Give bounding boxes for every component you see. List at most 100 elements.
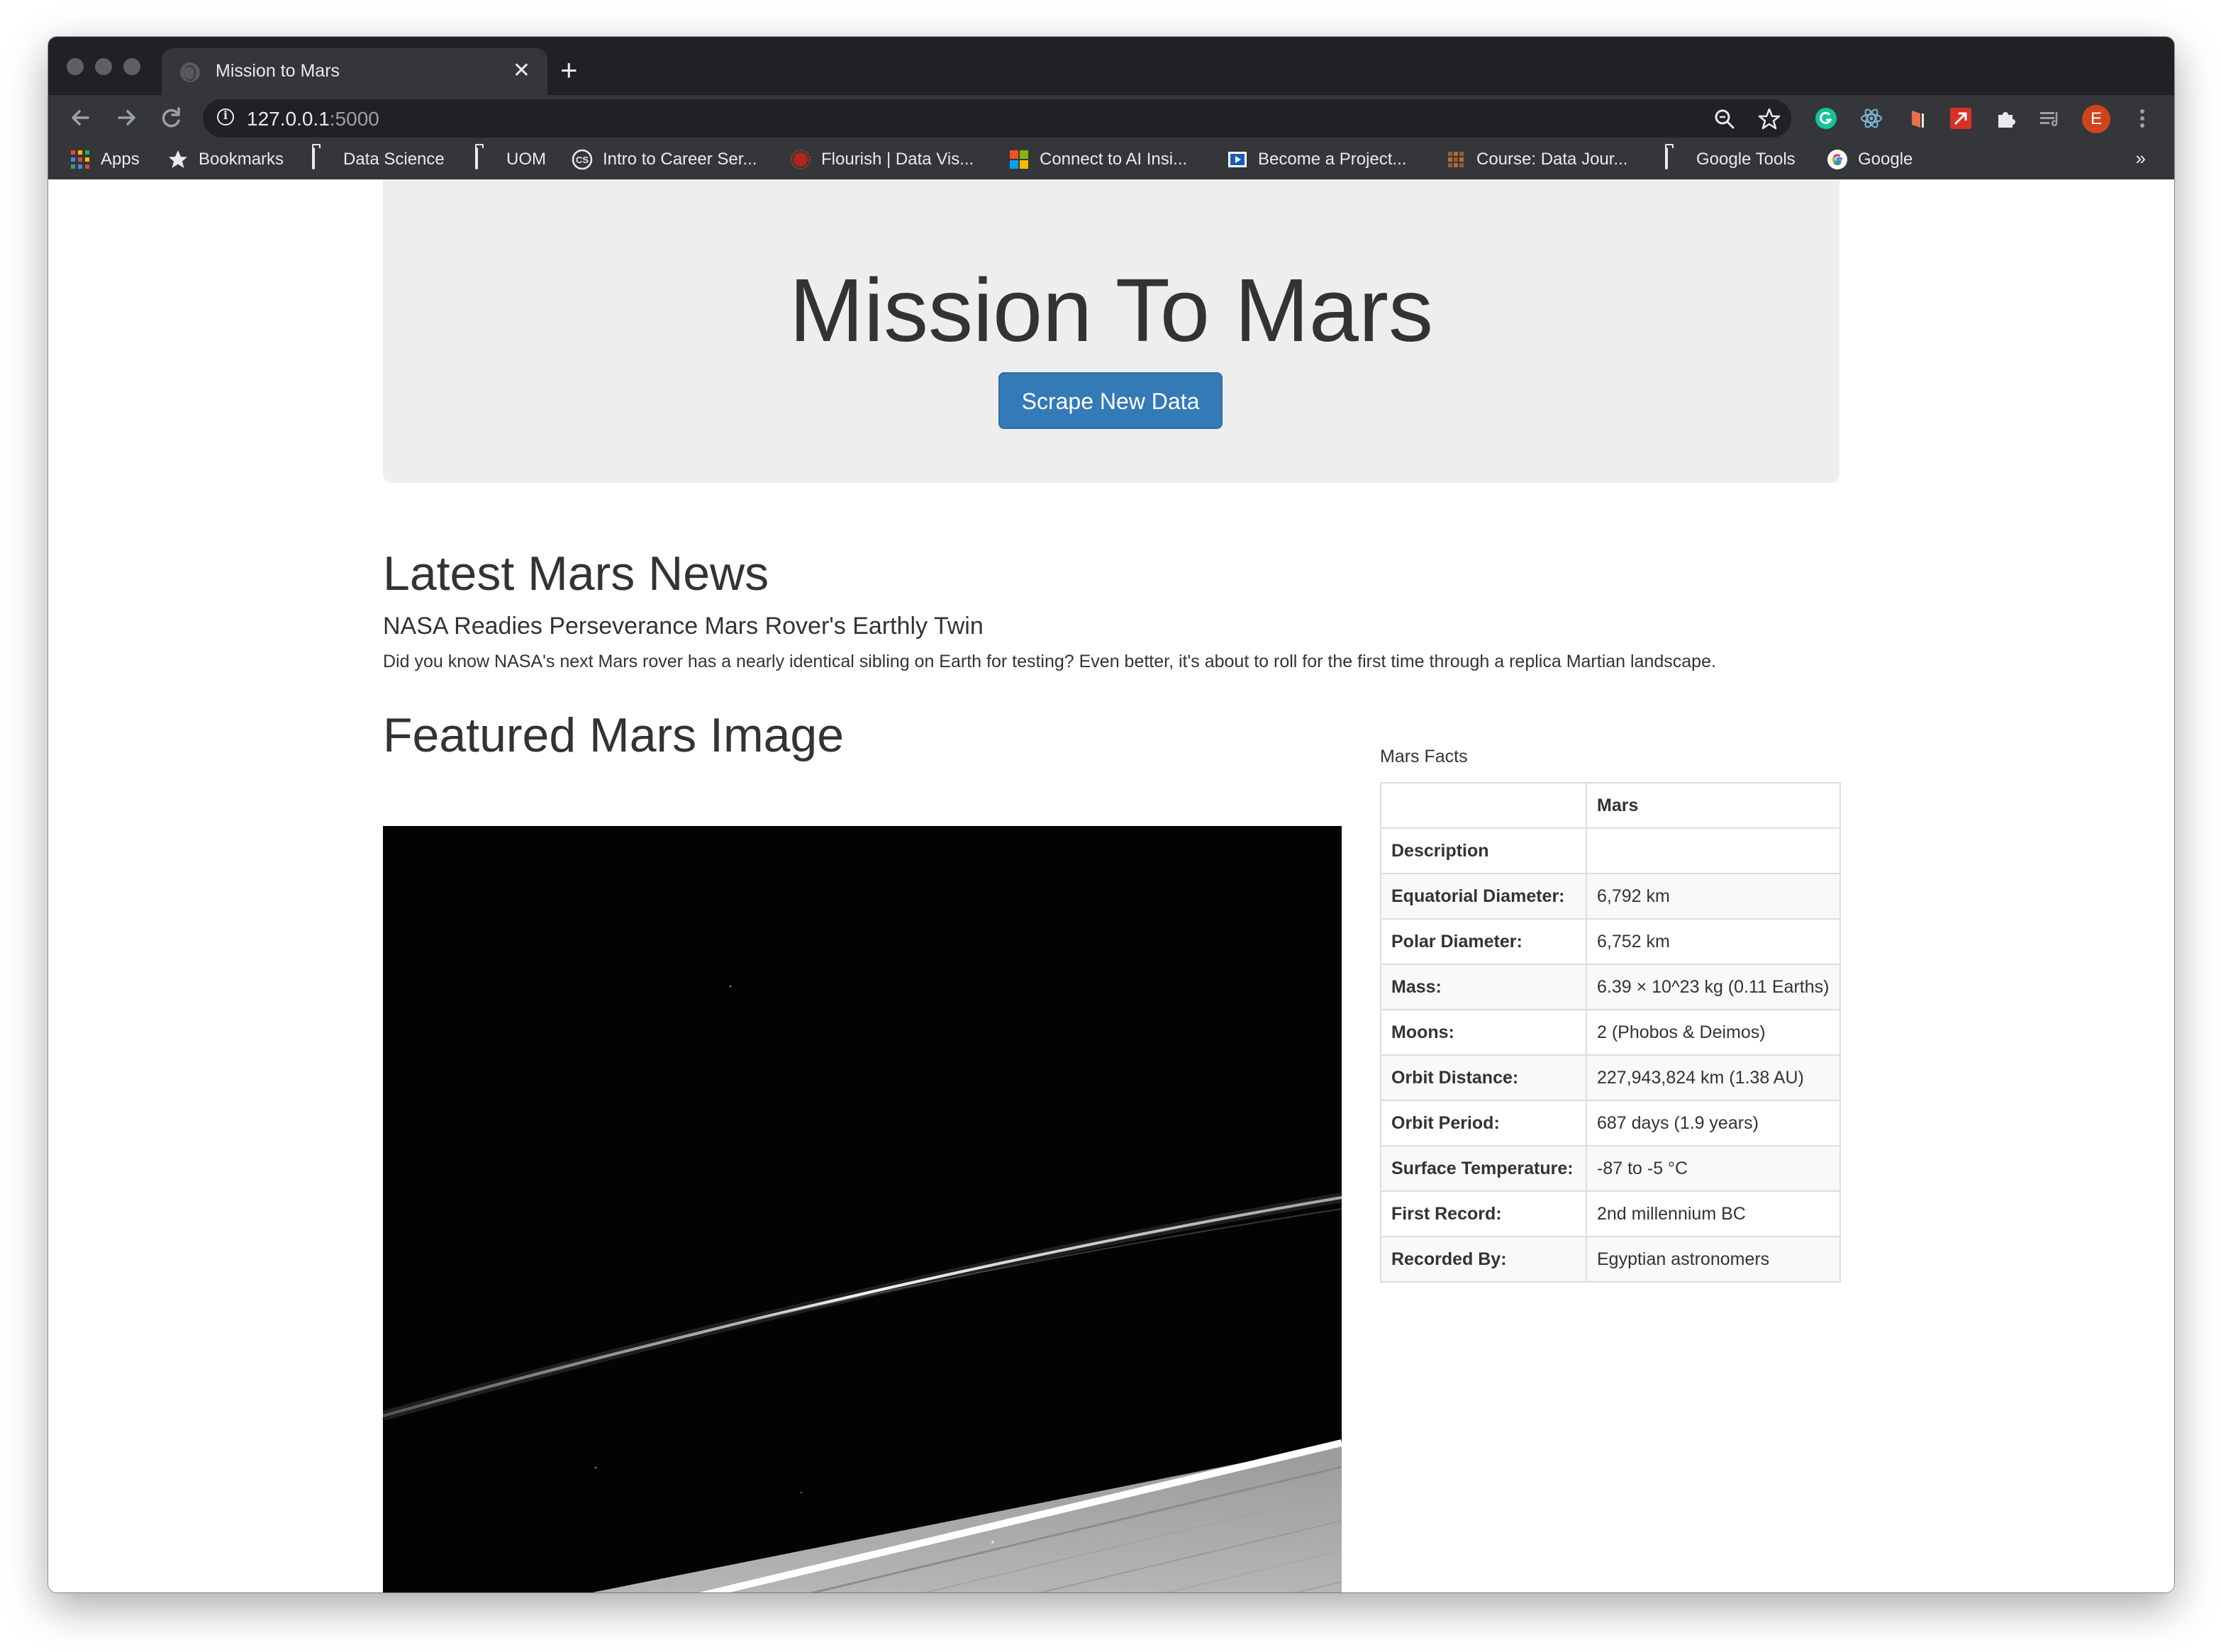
bookmarks-overflow-chevron-icon[interactable]: » bbox=[2136, 147, 2146, 169]
zoom-icon[interactable] bbox=[1713, 108, 1736, 130]
bookmark-label: Bookmarks bbox=[199, 150, 284, 169]
fact-key: Orbit Period: bbox=[1380, 1100, 1587, 1146]
cs-logo-icon: CS bbox=[572, 149, 593, 170]
flourish-logo-icon bbox=[791, 150, 811, 169]
facts-index-row: Description bbox=[1380, 827, 1841, 874]
bookmark-label: Google Tools bbox=[1696, 150, 1796, 169]
table-row: First Record: 2nd millennium BC bbox=[1380, 1190, 1841, 1237]
table-row: Mass: 6.39 × 10^23 kg (0.11 Earths) bbox=[1380, 964, 1841, 1010]
fact-key: Moons: bbox=[1380, 1009, 1587, 1056]
bookmark-uom[interactable]: UOM bbox=[475, 147, 546, 172]
minimize-window-button[interactable] bbox=[95, 58, 112, 75]
media-playlist-icon[interactable] bbox=[2038, 106, 2062, 130]
course-logo-icon bbox=[1448, 152, 1464, 167]
fact-value: Egyptian astronomers bbox=[1586, 1236, 1841, 1283]
reload-button[interactable] bbox=[155, 101, 189, 135]
kebab-menu-icon[interactable] bbox=[2130, 106, 2154, 130]
back-button[interactable] bbox=[64, 101, 98, 135]
browser-window: Mission to Mars ✕ + 127.0.0.1:5000 bbox=[48, 37, 2174, 1592]
url-text[interactable]: 127.0.0.1:5000 bbox=[247, 108, 379, 130]
table-row: Surface Temperature: -87 to -5 °C bbox=[1380, 1145, 1841, 1192]
address-bar[interactable]: 127.0.0.1:5000 bbox=[203, 99, 1791, 138]
profile-avatar[interactable]: E bbox=[2082, 105, 2110, 133]
bookmark-label: Google bbox=[1858, 150, 1913, 169]
new-tab-button[interactable]: + bbox=[560, 55, 578, 85]
fact-value: 6.39 × 10^23 kg (0.11 Earths) bbox=[1586, 964, 1841, 1010]
bookmark-label: Intro to Career Ser... bbox=[603, 150, 757, 169]
bookmark-label: Become a Project... bbox=[1258, 150, 1407, 169]
bookmark-course-data-journalism[interactable]: Course: Data Jour... bbox=[1445, 147, 1627, 172]
fact-key: Surface Temperature: bbox=[1380, 1145, 1587, 1192]
tab-strip: Mission to Mars ✕ + bbox=[48, 37, 2174, 95]
news-teaser: Did you know NASA's next Mars rover has … bbox=[383, 652, 1716, 671]
bookmark-become-project[interactable]: Become a Project... bbox=[1227, 147, 1406, 172]
fact-key: First Record: bbox=[1380, 1190, 1587, 1237]
bookmark-label: Course: Data Jour... bbox=[1476, 150, 1628, 169]
fact-value: 2 (Phobos & Deimos) bbox=[1586, 1009, 1841, 1056]
table-row: Orbit Period: 687 days (1.9 years) bbox=[1380, 1100, 1841, 1146]
audio-extension-icon[interactable] bbox=[1905, 106, 1929, 130]
fact-value: 6,792 km bbox=[1586, 873, 1841, 920]
fact-value: 227,943,824 km (1.38 AU) bbox=[1586, 1054, 1841, 1101]
arrow-left-icon bbox=[72, 110, 89, 125]
fact-key: Equatorial Diameter: bbox=[1380, 873, 1587, 920]
star-icon bbox=[169, 150, 187, 168]
maximize-window-button[interactable] bbox=[123, 58, 140, 75]
bookmark-google-tools[interactable]: Google Tools bbox=[1665, 147, 1796, 172]
fact-key: Orbit Distance: bbox=[1380, 1054, 1587, 1101]
fact-key: Polar Diameter: bbox=[1380, 918, 1587, 965]
bookmark-google[interactable]: Google bbox=[1827, 147, 1913, 172]
close-tab-icon[interactable]: ✕ bbox=[513, 58, 530, 84]
bookmark-data-science[interactable]: Data Science bbox=[312, 147, 445, 172]
bookmark-label: Data Science bbox=[343, 150, 445, 169]
saturn-ring-photo bbox=[383, 826, 1342, 1592]
scrape-new-data-button[interactable]: Scrape New Data bbox=[998, 372, 1223, 429]
bookmark-connect-ai[interactable]: Connect to AI Insi... bbox=[1008, 147, 1187, 172]
bookmark-label: Flourish | Data Vis... bbox=[821, 150, 974, 169]
forward-button[interactable] bbox=[109, 101, 143, 135]
browser-toolbar: 127.0.0.1:5000 bbox=[48, 95, 2174, 140]
reload-icon bbox=[162, 107, 180, 128]
news-section-heading: Latest Mars News bbox=[383, 547, 769, 601]
bookmark-star-icon[interactable] bbox=[1757, 107, 1781, 131]
tab-mission-to-mars[interactable]: Mission to Mars ✕ bbox=[162, 48, 547, 95]
tab-title: Mission to Mars bbox=[216, 61, 340, 81]
bookmark-label: Apps bbox=[101, 150, 140, 169]
fact-value: -87 to -5 °C bbox=[1586, 1145, 1841, 1192]
grammarly-extension-icon[interactable] bbox=[1814, 106, 1838, 130]
video-logo-icon bbox=[1228, 152, 1247, 167]
fact-key: Mass: bbox=[1380, 964, 1587, 1010]
page-title: Mission To Mars bbox=[789, 260, 1433, 360]
folder-icon bbox=[1665, 147, 1686, 170]
bookmark-career-services[interactable]: CS Intro to Career Ser... bbox=[572, 147, 757, 172]
apps-grid-icon bbox=[71, 150, 89, 169]
url-host: 127.0.0.1 bbox=[247, 108, 330, 130]
news-title: NASA Readies Perseverance Mars Rover's E… bbox=[383, 613, 984, 640]
arrow-right-icon bbox=[118, 110, 135, 125]
globe-icon bbox=[180, 62, 200, 82]
puzzle-extensions-icon[interactable] bbox=[1994, 106, 2018, 130]
mars-facts-table: Mars Description Equatorial Diameter: 6,7… bbox=[1380, 782, 1841, 1283]
bookmark-apps[interactable]: Apps bbox=[69, 147, 140, 172]
fact-value: 687 days (1.9 years) bbox=[1586, 1100, 1841, 1146]
table-row: Polar Diameter: 6,752 km bbox=[1380, 918, 1841, 965]
table-row: Moons: 2 (Phobos & Deimos) bbox=[1380, 1009, 1841, 1056]
folder-icon bbox=[312, 147, 333, 170]
url-port: :5000 bbox=[329, 108, 379, 130]
svg-text:CS: CS bbox=[576, 155, 589, 165]
bookmark-label: Connect to AI Insi... bbox=[1040, 150, 1188, 169]
folder-icon bbox=[475, 147, 496, 170]
featured-mars-image bbox=[383, 826, 1342, 1592]
bookmark-bookmarks[interactable]: Bookmarks bbox=[167, 147, 284, 172]
arrow-share-extension-icon[interactable] bbox=[1949, 106, 1973, 130]
jumbotron: Mission To Mars Scrape New Data bbox=[383, 179, 1839, 483]
microsoft-logo-icon bbox=[1010, 150, 1028, 169]
fact-key: Recorded By: bbox=[1380, 1236, 1587, 1283]
bookmark-label: UOM bbox=[506, 150, 546, 169]
bookmark-flourish[interactable]: Flourish | Data Vis... bbox=[790, 147, 974, 172]
site-info-icon[interactable] bbox=[217, 108, 234, 125]
table-row: Orbit Distance: 227,943,824 km (1.38 AU) bbox=[1380, 1054, 1841, 1101]
close-window-button[interactable] bbox=[67, 58, 84, 75]
react-devtools-extension-icon[interactable] bbox=[1859, 106, 1883, 130]
facts-header-empty bbox=[1380, 782, 1587, 829]
